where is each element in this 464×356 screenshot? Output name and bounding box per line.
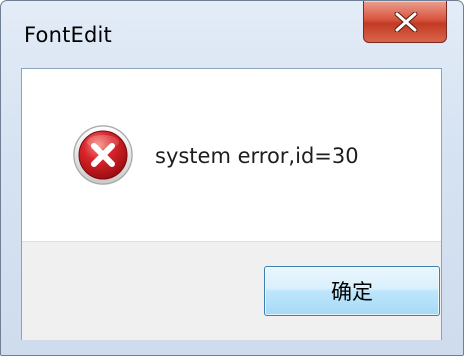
button-area: 确定 [22,241,441,340]
window-title: FontEdit [24,23,112,47]
dialog-client-area: system error,id=30 确定 [21,68,442,340]
error-icon [73,125,133,185]
close-button[interactable] [363,1,447,43]
error-message: system error,id=30 [155,144,359,168]
message-area: system error,id=30 [22,69,441,241]
dialog-window: FontEdit system error,id=30 确定 [0,0,464,356]
ok-button[interactable]: 确定 [264,266,440,316]
title-bar[interactable]: FontEdit [1,1,463,69]
close-icon [394,12,418,32]
